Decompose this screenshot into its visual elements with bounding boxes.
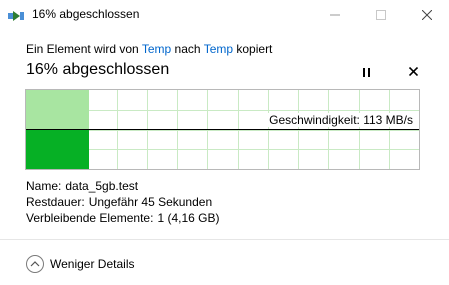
close-button[interactable] [404, 0, 449, 30]
cancel-icon [408, 63, 418, 81]
fewer-details-label: Weniger Details [50, 257, 135, 271]
graph-canvas [26, 90, 419, 169]
divider [0, 239, 449, 240]
destination-link[interactable]: Temp [204, 42, 233, 56]
title-bar: 16% abgeschlossen [0, 0, 449, 30]
copy-prefix: Ein Element wird von [26, 42, 139, 56]
copy-description: Ein Element wird von Temp nach Temp kopi… [26, 42, 272, 56]
progress-fill-upper [26, 90, 89, 129]
pause-icon [361, 67, 371, 77]
copy-middle: nach [174, 42, 201, 56]
copy-icon [8, 9, 24, 21]
progress-headline: 16% abgeschlossen [26, 61, 170, 78]
copy-suffix: kopiert [236, 42, 273, 56]
minimize-button[interactable] [312, 0, 358, 30]
speed-label: Geschwindigkeit: 113 MB/s [267, 113, 415, 127]
minimize-icon [330, 7, 340, 23]
maximize-button[interactable] [358, 0, 404, 30]
transfer-speed-graph: Geschwindigkeit: 113 MB/s [25, 89, 420, 170]
close-icon [421, 7, 433, 23]
cancel-button[interactable] [404, 63, 422, 81]
source-link[interactable]: Temp [142, 42, 171, 56]
detail-items-row: Verbleibende Elemente: 1 (4,16 GB) [26, 211, 219, 225]
maximize-icon [376, 7, 386, 23]
window-title: 16% abgeschlossen [32, 7, 140, 21]
chevron-up-icon [26, 255, 44, 273]
time-remaining-value: Ungefähr 45 Sekunden [88, 195, 213, 209]
name-value: data_5gb.test [65, 179, 139, 193]
time-remaining-label: Restdauer: [26, 195, 85, 209]
progress-fill-lower [26, 129, 89, 169]
items-remaining-label: Verbleibende Elemente: [26, 211, 154, 225]
detail-time-row: Restdauer: Ungefähr 45 Sekunden [26, 195, 212, 209]
name-label: Name: [26, 179, 62, 193]
fewer-details-button[interactable]: Weniger Details [26, 253, 134, 275]
pause-button[interactable] [357, 63, 375, 81]
detail-name-row: Name: data_5gb.test [26, 179, 138, 193]
items-remaining-value: 1 (4,16 GB) [157, 211, 220, 225]
